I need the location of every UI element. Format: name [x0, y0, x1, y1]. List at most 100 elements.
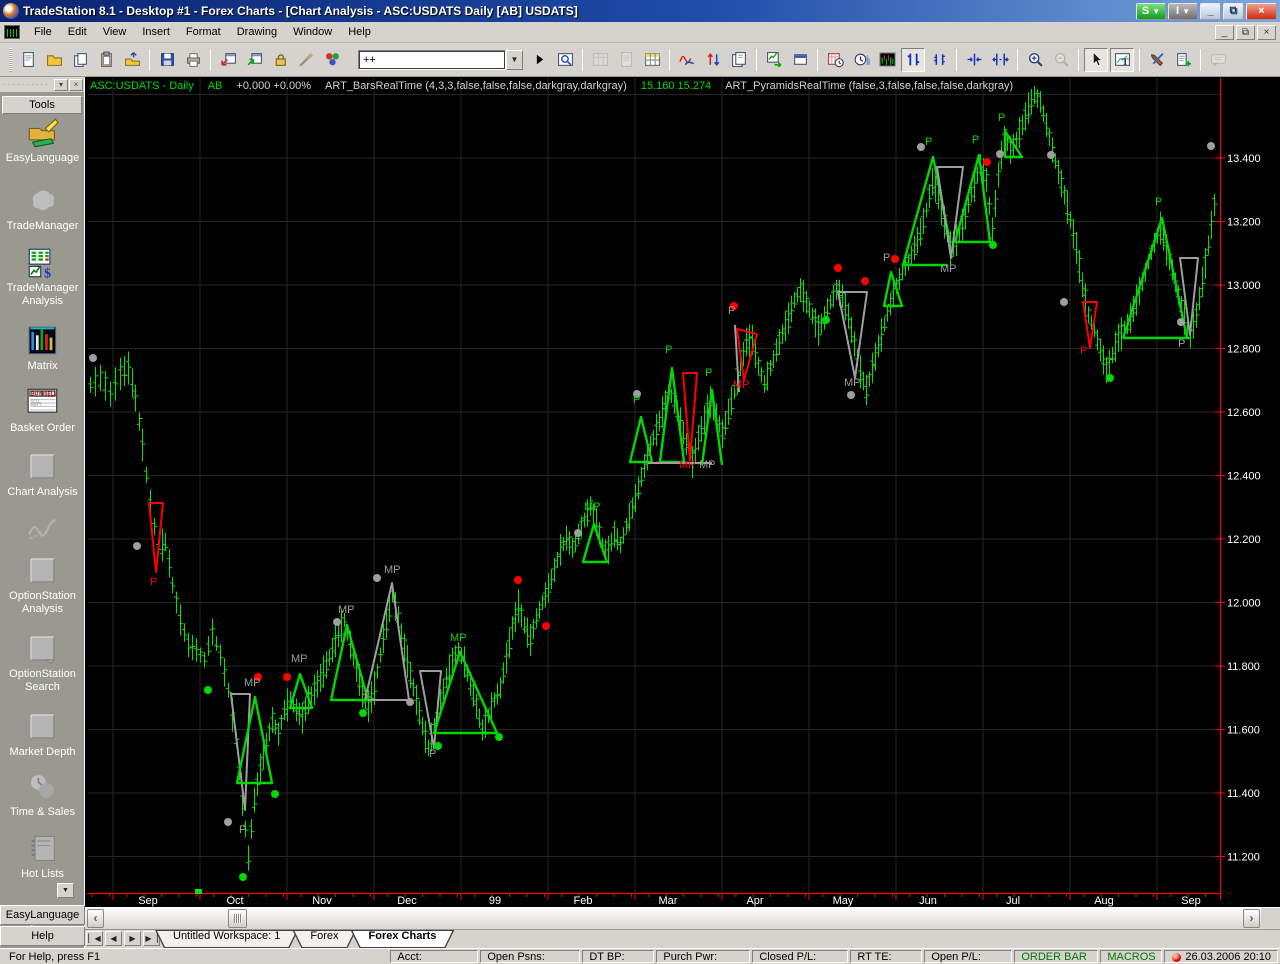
- menu-drawing[interactable]: Drawing: [229, 23, 285, 41]
- sidebar-item-matrix[interactable]: Matrix: [0, 325, 85, 373]
- chart-style-icon[interactable]: [875, 48, 899, 72]
- close-workspace-icon[interactable]: [120, 48, 144, 72]
- menu-insert[interactable]: Insert: [134, 23, 178, 41]
- pointer-tool-icon[interactable]: [1084, 48, 1108, 72]
- mdi-close-button[interactable]: ×: [1257, 25, 1276, 40]
- workspaces-icon[interactable]: [68, 48, 92, 72]
- workspace-tab-untitled-workspace-1[interactable]: Untitled Workspace: 1: [155, 930, 298, 948]
- sidebar-collapse-icon[interactable]: ▾: [54, 79, 68, 91]
- scroll-left-icon[interactable]: ‹: [87, 909, 104, 928]
- format-painter-icon[interactable]: [294, 48, 318, 72]
- save-desktop-icon[interactable]: [155, 48, 179, 72]
- grid-window-icon: [588, 48, 612, 72]
- sidebar-scroll-down-icon[interactable]: ▼: [57, 883, 74, 898]
- tools-group-button[interactable]: Tools: [2, 96, 82, 114]
- print-icon[interactable]: [181, 48, 205, 72]
- session-calendar-icon[interactable]: [823, 48, 847, 72]
- sidebar-item-hot-lists[interactable]: Hot Lists: [0, 833, 85, 881]
- sidebar-item-optionstation-search[interactable]: OptionStationSearch: [0, 633, 85, 694]
- time-interval-icon[interactable]: [849, 48, 873, 72]
- scrollbar-thumb[interactable]: [228, 909, 247, 928]
- prev-workspace-icon[interactable]: ◀: [105, 931, 122, 946]
- workspace-tab-forex[interactable]: Forex: [292, 930, 356, 948]
- import-window-icon[interactable]: [216, 48, 240, 72]
- svg-text:MP: MP: [384, 564, 401, 576]
- svg-text:MP: MP: [291, 653, 308, 665]
- chart-window-icon: [4, 25, 20, 39]
- sidebar-close-icon[interactable]: ×: [69, 79, 83, 91]
- sidebar-item-chart-line[interactable]: [0, 513, 85, 548]
- quotes-table-icon[interactable]: [640, 48, 664, 72]
- candle-style-icon[interactable]: [927, 48, 951, 72]
- menu-window[interactable]: Window: [285, 23, 340, 41]
- menu-edit[interactable]: Edit: [60, 23, 95, 41]
- sidebar-group-easylanguage[interactable]: EasyLanguage: [0, 905, 85, 925]
- lock-desktop-icon[interactable]: [268, 48, 292, 72]
- svg-text:11.400: 11.400: [1227, 788, 1260, 800]
- pages-icon[interactable]: [727, 48, 751, 72]
- menu-help[interactable]: Help: [340, 23, 379, 41]
- decrease-bar-spacing-icon[interactable]: [962, 48, 986, 72]
- toolbar-grip[interactable]: [9, 48, 12, 72]
- shortcut-orders-button[interactable]: S ▼: [1136, 3, 1166, 20]
- text-tool-icon[interactable]: T: [1110, 48, 1134, 72]
- sort-bars-icon[interactable]: [701, 48, 725, 72]
- zoom-in-icon[interactable]: [1023, 48, 1047, 72]
- mdi-restore-button[interactable]: ⧉: [1236, 25, 1255, 40]
- combo-dropdown-icon[interactable]: ▼: [506, 50, 523, 70]
- report-window-icon: [614, 48, 638, 72]
- chart-hscrollbar[interactable]: ‹ ›: [85, 907, 1280, 929]
- workspace-tab-forex-charts[interactable]: Forex Charts: [351, 930, 455, 948]
- sidebar-item-trademanager-analysis[interactable]: $TradeManagerAnalysis: [0, 247, 85, 308]
- status-order-bar[interactable]: ORDER BAR: [1014, 950, 1098, 963]
- clipboard-icon[interactable]: [94, 48, 118, 72]
- bar-style-icon[interactable]: [901, 48, 925, 72]
- status-macros[interactable]: MACROS: [1100, 950, 1162, 963]
- sidebar-grip[interactable]: ··········: [0, 80, 54, 89]
- sidebar-item-market-depth[interactable]: Market Depth: [0, 711, 85, 759]
- svg-text:99: 99: [489, 895, 501, 907]
- minimize-button[interactable]: _: [1200, 3, 1221, 20]
- svg-text:MP: MP: [940, 263, 957, 275]
- menu-view[interactable]: View: [95, 23, 135, 41]
- insert-analysis-icon[interactable]: [762, 48, 786, 72]
- sidebar-item-basket-order[interactable]: BUYSELLSELLMSFTBasket Order: [0, 387, 85, 435]
- menu-file[interactable]: File: [26, 23, 60, 41]
- find-window-icon[interactable]: [553, 48, 577, 72]
- sidebar-item-time-and-sales[interactable]: Time & Sales: [0, 771, 85, 819]
- mdi-minimize-button[interactable]: _: [1215, 25, 1234, 40]
- new-workspace-icon[interactable]: [16, 48, 40, 72]
- sidebar-item-basket-order-icon: BUYSELLSELLMSFT: [27, 387, 59, 422]
- sidebar-item-optionstation-analysis[interactable]: OptionStationAnalysis: [0, 555, 85, 616]
- svg-text:MP: MP: [844, 377, 861, 389]
- curves-icon[interactable]: [675, 48, 699, 72]
- menu-format[interactable]: Format: [178, 23, 229, 41]
- sidebar-item-chart-analysis[interactable]: Chart Analysis: [0, 451, 85, 499]
- scroll-right-icon[interactable]: ›: [1243, 909, 1260, 928]
- first-workspace-icon[interactable]: ▏◀: [86, 931, 103, 946]
- export-window-icon[interactable]: [242, 48, 266, 72]
- add-note-icon[interactable]: [1171, 48, 1195, 72]
- svg-text:SELL: SELL: [44, 391, 57, 397]
- increase-bar-spacing-icon[interactable]: [988, 48, 1012, 72]
- drawing-tools-icon[interactable]: [1145, 48, 1169, 72]
- next-workspace-icon[interactable]: ▶: [124, 931, 141, 946]
- close-button[interactable]: ×: [1246, 3, 1277, 20]
- sidebar-group-help[interactable]: Help: [0, 926, 85, 946]
- info-button[interactable]: I ▼: [1168, 3, 1198, 20]
- command-line-input[interactable]: [358, 50, 506, 70]
- price-chart[interactable]: PPMPMPMPMPPMPMPPPMPMPPPMPMPPPMPPPPPP13.4…: [85, 77, 1280, 907]
- colors-icon[interactable]: [320, 48, 344, 72]
- toolbar-separator: [1139, 49, 1140, 71]
- restore-button[interactable]: ⧉: [1223, 3, 1244, 20]
- symbol-go-icon[interactable]: [527, 48, 551, 72]
- status-rt-te-: RT TE:: [850, 950, 922, 963]
- sidebar-item-matrix-icon: [27, 325, 59, 360]
- new-window-icon[interactable]: [788, 48, 812, 72]
- open-workspace-icon[interactable]: [42, 48, 66, 72]
- sidebar-item-easylanguage[interactable]: EasyLanguage: [0, 117, 85, 165]
- status-open-p-l-: Open P/L:: [924, 950, 1012, 963]
- status-purch-pwr-: Purch Pwr:: [656, 950, 750, 963]
- sidebar-item-trademanager[interactable]: TradeManager: [0, 185, 85, 233]
- chart-analysis-pane[interactable]: PPMPMPMPMPPMPMPPPMPMPPPMPMPPPMPPPPPP13.4…: [85, 77, 1280, 907]
